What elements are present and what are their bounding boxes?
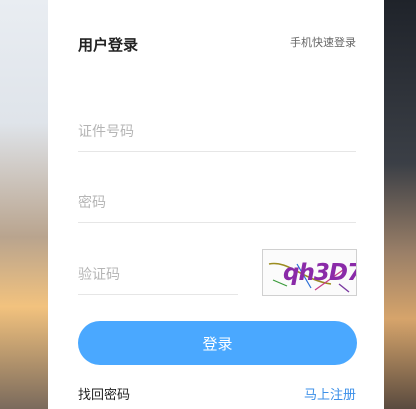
login-button[interactable]: 登录: [78, 321, 357, 365]
page-title: 用户登录: [78, 36, 139, 54]
forgot-password-link[interactable]: 找回密码: [78, 384, 130, 403]
background-left: [0, 0, 48, 409]
captcha-text: qh3D7: [283, 260, 357, 286]
password-input[interactable]: [78, 183, 356, 223]
id-number-input[interactable]: [78, 112, 356, 152]
background-right: [384, 0, 416, 409]
captcha-image[interactable]: qh3D7: [262, 249, 357, 296]
quick-login-link[interactable]: 手机快速登录: [290, 34, 356, 50]
login-card: 用户登录 手机快速登录 qh3D7 登录 找回密码 马上注册: [48, 0, 384, 409]
captcha-input[interactable]: [78, 255, 238, 295]
register-link[interactable]: 马上注册: [304, 384, 356, 403]
